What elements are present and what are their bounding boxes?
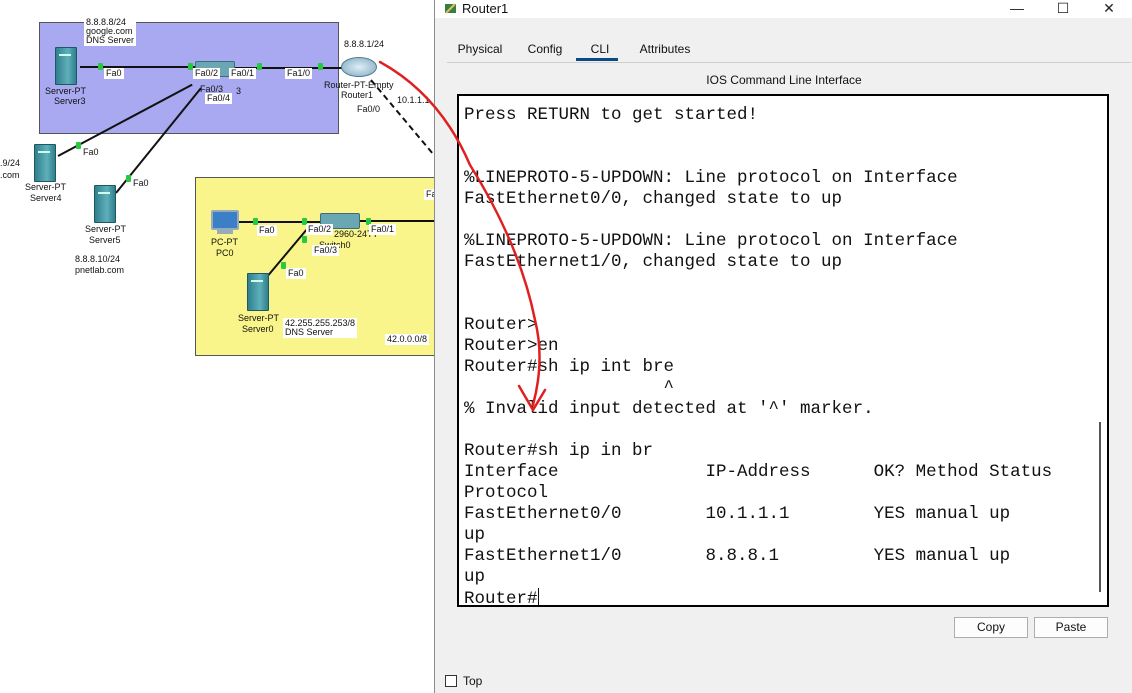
switch0-port-label: Fa0/1 (369, 224, 397, 235)
text-cursor (537, 588, 539, 605)
maximize-button[interactable]: ☐ (1040, 0, 1086, 18)
link-router-downstream (370, 79, 434, 162)
switch-name-partial: 3 (236, 86, 242, 96)
cli-heading: IOS Command Line Interface (706, 73, 862, 87)
top-checkbox[interactable] (445, 675, 457, 687)
switch0-port-label: Fa0/3 (312, 245, 340, 256)
cli-terminal[interactable]: Press RETURN to get started! %LINEPROTO-… (457, 94, 1109, 607)
edge-port-label: Fa (424, 189, 434, 200)
port-indicator (98, 63, 103, 70)
server5-port-label: Fa0 (133, 178, 149, 188)
switch-port-label: Fa0/1 (229, 68, 257, 79)
router1-icon[interactable] (341, 57, 377, 77)
server5-type-label: Server-PT (85, 224, 127, 234)
router-type-label: Router-PT-Empty (324, 80, 394, 90)
server5-domain-label: pnetlab.com (75, 265, 125, 275)
server4-port-label: Fa0 (83, 147, 99, 157)
server3-name-label: Server3 (54, 96, 86, 106)
minimize-button[interactable]: — (994, 0, 1040, 18)
dns-server-info: 8.8.8.8/24 google.com DNS Server (84, 17, 137, 46)
router-dialog: Router1 — ☐ ✕ Physical Config CLI Attrib… (434, 0, 1132, 693)
router-port-label: Fa1/0 (285, 68, 313, 79)
packet-tracer-icon (445, 3, 456, 14)
topology-workspace[interactable]: 8.8.8.8/24 google.com DNS Server Server-… (0, 0, 434, 693)
server0-icon[interactable] (247, 273, 269, 311)
tab-physical[interactable]: Physical (447, 38, 513, 60)
copy-button[interactable]: Copy (954, 617, 1028, 638)
server3-type-label: Server-PT (45, 86, 87, 96)
pc0-name-label: PC0 (216, 248, 234, 258)
router-link-ip-label: 10.1.1.1 (397, 95, 430, 105)
network-label: 42.0.0.0/8 (385, 334, 430, 345)
pc0-port-label: Fa0 (257, 225, 277, 236)
tab-divider (447, 62, 1131, 63)
pc0-type-label: PC-PT (211, 237, 238, 247)
close-button[interactable]: ✕ (1086, 0, 1132, 18)
server3-icon[interactable] (55, 47, 77, 85)
switch-port-label: Fa0/4 (205, 93, 233, 104)
window-title: Router1 (462, 1, 509, 16)
port-indicator (302, 236, 307, 243)
server0-name-label: Server0 (242, 324, 274, 334)
server4-ip-label: .9/24 (0, 158, 21, 168)
router-port-label: Fa0/0 (357, 104, 381, 114)
router-ip-label: 8.8.8.1/24 (344, 39, 385, 49)
switch0-port-label: Fa0/2 (306, 224, 334, 235)
server5-icon[interactable] (94, 185, 116, 223)
port-indicator (76, 142, 81, 149)
server0-info: 42.255.255.253/8 DNS Server (283, 318, 358, 338)
tab-config[interactable]: Config (517, 38, 573, 60)
server4-domain-label: .com (0, 170, 20, 180)
server5-ip-label: 8.8.8.10/24 (75, 254, 121, 264)
port-indicator (318, 63, 323, 70)
terminal-scrollbar[interactable] (1099, 422, 1101, 592)
server3-port-label: Fa0 (104, 68, 124, 79)
switch-port-label: Fa0/2 (193, 68, 221, 79)
top-checkbox-label: Top (463, 674, 483, 688)
port-indicator (253, 218, 258, 225)
server0-port-label: Fa0 (286, 268, 306, 279)
active-tab-indicator (576, 58, 618, 61)
server4-type-label: Server-PT (25, 182, 67, 192)
server0-type-label: Server-PT (238, 313, 280, 323)
tab-attributes[interactable]: Attributes (625, 38, 705, 60)
title-bar: Router1 — ☐ ✕ (435, 0, 1132, 18)
server4-icon[interactable] (34, 144, 56, 182)
server5-name-label: Server5 (89, 235, 121, 245)
port-indicator (257, 63, 262, 70)
router-name-label: Router1 (341, 90, 374, 100)
server4-name-label: Server4 (30, 193, 62, 203)
port-indicator (126, 175, 131, 182)
tab-cli[interactable]: CLI (579, 38, 621, 60)
terminal-output: Press RETURN to get started! %LINEPROTO-… (464, 105, 1053, 607)
link-pc-switch (238, 221, 323, 223)
pc0-icon[interactable] (211, 210, 239, 234)
paste-button[interactable]: Paste (1034, 617, 1108, 638)
